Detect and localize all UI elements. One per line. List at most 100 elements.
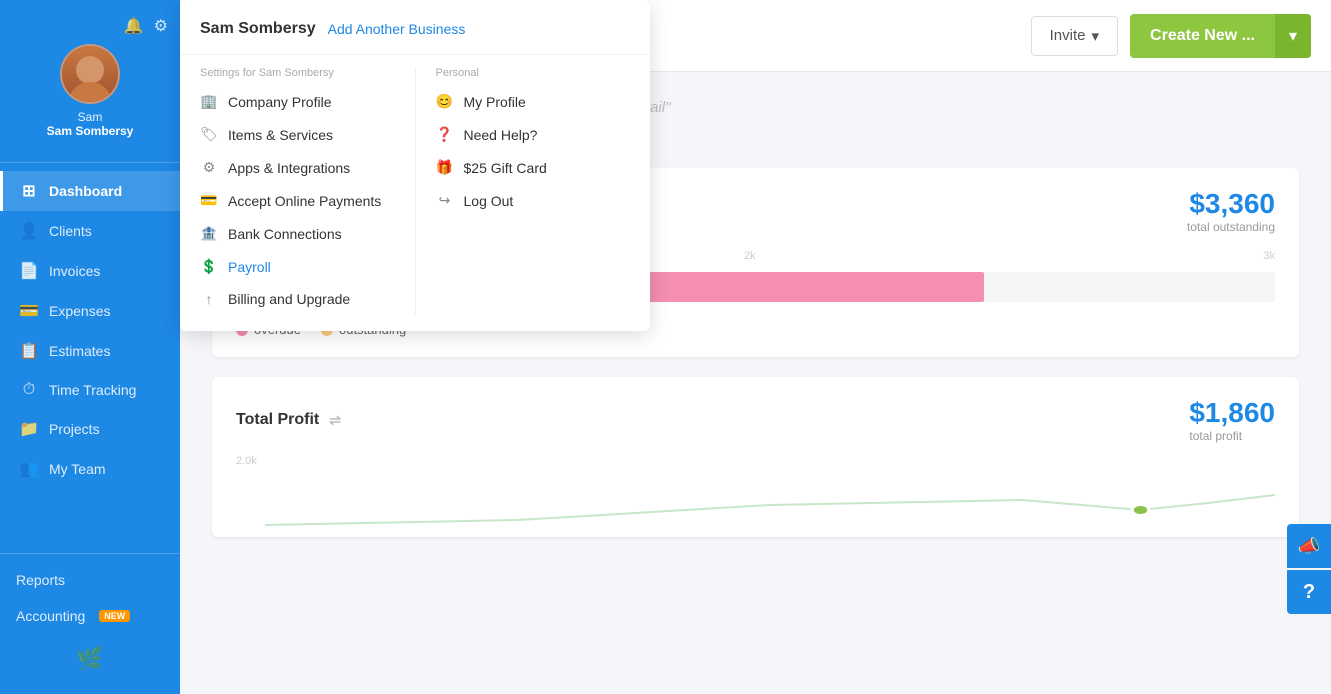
megaphone-float-button[interactable]: 📣 <box>1287 524 1331 568</box>
outstanding-total: $3,360 total outstanding <box>1187 188 1275 234</box>
profit-label: total profit <box>1189 429 1275 443</box>
payroll-label: Payroll <box>228 259 271 275</box>
dropdown-item-items-services[interactable]: 🏷 Items & Services <box>196 118 399 151</box>
profit-total: $1,860 total profit <box>1189 397 1275 443</box>
my-team-icon: 👥 <box>19 459 39 479</box>
accept-payments-icon: 💳 <box>200 192 218 209</box>
outstanding-amount: $3,360 <box>1187 188 1275 220</box>
my-profile-label: My Profile <box>464 94 526 110</box>
dropdown-item-my-profile[interactable]: 😊 My Profile <box>432 85 635 118</box>
reports-label: Reports <box>16 572 65 588</box>
sidebar-business-name: Sam Sombersy <box>47 124 134 138</box>
billing-upgrade-label: Billing and Upgrade <box>228 291 350 307</box>
gift-card-label: $25 Gift Card <box>464 160 547 176</box>
invite-button[interactable]: Invite ▾ <box>1031 16 1118 56</box>
dropdown-item-bank-connections[interactable]: 🏦 Bank Connections <box>196 217 399 250</box>
axis-2k: 2k <box>744 250 756 262</box>
sidebar-item-label-projects: Projects <box>49 421 100 437</box>
bank-connections-label: Bank Connections <box>228 226 342 242</box>
outstanding-label: total outstanding <box>1187 220 1275 234</box>
dropdown-item-need-help[interactable]: ❓ Need Help? <box>432 118 635 151</box>
dropdown-item-accept-online-payments[interactable]: 💳 Accept Online Payments <box>196 184 399 217</box>
settings-section-title: Settings for Sam Sombersy <box>196 67 399 79</box>
dropdown-item-gift-card[interactable]: 🎁 $25 Gift Card <box>432 151 635 184</box>
sidebar-item-label-expenses: Expenses <box>49 303 110 319</box>
accounting-new-badge: NEW <box>99 610 130 622</box>
billing-upgrade-icon: ↑ <box>200 291 218 307</box>
sidebar-item-clients[interactable]: 👤 Clients <box>0 211 180 251</box>
dashboard-icon: ⊞ <box>19 181 39 201</box>
megaphone-icon: 📣 <box>1298 536 1320 557</box>
filter-icon[interactable]: ⇌ <box>329 412 341 429</box>
create-new-arrow-icon: ▾ <box>1275 14 1311 58</box>
settings-column: Settings for Sam Sombersy 🏢 Company Prof… <box>180 67 415 315</box>
notifications-icon[interactable]: 🔔 <box>124 16 144 36</box>
sidebar-item-reports[interactable]: Reports <box>0 562 180 598</box>
expenses-icon: 💳 <box>19 301 39 321</box>
add-another-business-link[interactable]: Add Another Business <box>328 21 466 37</box>
gift-card-icon: 🎁 <box>436 159 454 176</box>
profit-title-block: Total Profit ⇌ <box>236 411 341 429</box>
sidebar-divider <box>0 162 180 163</box>
estimates-icon: 📋 <box>19 341 39 361</box>
sidebar-top: 🔔 ⚙ Sam Sam Sombersy <box>0 16 180 154</box>
profit-chart-card: Total Profit ⇌ $1,860 total profit 2.0k <box>212 377 1299 537</box>
right-float-buttons: 📣 ? <box>1287 524 1331 614</box>
sidebar-item-accounting[interactable]: Accounting NEW <box>0 598 180 634</box>
avatar[interactable] <box>60 44 120 104</box>
sidebar-item-my-team[interactable]: 👥 My Team <box>0 449 180 489</box>
dropdown-item-log-out[interactable]: ↪ Log Out <box>432 184 635 217</box>
sidebar-item-expenses[interactable]: 💳 Expenses <box>0 291 180 331</box>
dropdown-header: Sam Sombersy Add Another Business <box>180 20 650 55</box>
sidebar: 🔔 ⚙ Sam Sam Sombersy ⊞ Dashboard 👤 Clien… <box>0 0 180 694</box>
user-dropdown-menu: Sam Sombersy Add Another Business Settin… <box>180 0 650 331</box>
sidebar-user-name: Sam <box>78 110 103 124</box>
need-help-label: Need Help? <box>464 127 538 143</box>
settings-icon[interactable]: ⚙ <box>154 16 168 36</box>
company-profile-label: Company Profile <box>228 94 332 110</box>
sidebar-item-time-tracking[interactable]: ⏱ Time Tracking <box>0 371 180 409</box>
log-out-label: Log Out <box>464 193 514 209</box>
sidebar-item-dashboard[interactable]: ⊞ Dashboard <box>0 171 180 211</box>
invoices-icon: 📄 <box>19 261 39 281</box>
apps-integrations-label: Apps & Integrations <box>228 160 350 176</box>
log-out-icon: ↪ <box>436 192 454 209</box>
bank-connections-icon: 🏦 <box>200 225 218 242</box>
clients-icon: 👤 <box>19 221 39 241</box>
sidebar-item-label-invoices: Invoices <box>49 263 100 279</box>
sidebar-item-label-my-team: My Team <box>49 461 106 477</box>
personal-section-title: Personal <box>432 67 635 79</box>
dropdown-item-apps-integrations[interactable]: ⚙ Apps & Integrations <box>196 151 399 184</box>
sidebar-bottom: Reports Accounting NEW 🌿 <box>0 562 180 694</box>
sidebar-item-label-estimates: Estimates <box>49 343 110 359</box>
accounting-label: Accounting <box>16 608 85 624</box>
dropdown-body: Settings for Sam Sombersy 🏢 Company Prof… <box>180 55 650 315</box>
profit-axis-label: 2.0k <box>236 455 257 467</box>
apps-integrations-icon: ⚙ <box>200 159 218 176</box>
create-new-label: Create New ... <box>1130 15 1275 57</box>
sidebar-item-projects[interactable]: 📁 Projects <box>0 409 180 449</box>
sidebar-item-estimates[interactable]: 📋 Estimates <box>0 331 180 371</box>
dropdown-item-billing-upgrade[interactable]: ↑ Billing and Upgrade <box>196 283 399 315</box>
profit-amount: $1,860 <box>1189 397 1275 429</box>
dropdown-item-company-profile[interactable]: 🏢 Company Profile <box>196 85 399 118</box>
sidebar-item-invoices[interactable]: 📄 Invoices <box>0 251 180 291</box>
help-float-button[interactable]: ? <box>1287 570 1331 614</box>
sidebar-top-icons: 🔔 ⚙ <box>0 16 180 36</box>
personal-column: Personal 😊 My Profile ❓ Need Help? 🎁 $25… <box>415 67 651 315</box>
leaf-icon: 🌿 <box>76 646 103 672</box>
profit-title-text: Total Profit <box>236 411 319 429</box>
accept-payments-label: Accept Online Payments <box>228 193 381 209</box>
need-help-icon: ❓ <box>436 126 454 143</box>
help-float-icon: ? <box>1303 581 1315 604</box>
dropdown-item-payroll[interactable]: 💲 Payroll <box>196 250 399 283</box>
sidebar-nav: ⊞ Dashboard 👤 Clients 📄 Invoices 💳 Expen… <box>0 171 180 545</box>
profit-line-chart <box>265 465 1275 535</box>
sidebar-leaf: 🌿 <box>0 634 180 684</box>
sidebar-item-label-clients: Clients <box>49 223 92 239</box>
sidebar-bottom-divider <box>0 553 180 554</box>
create-new-button[interactable]: Create New ... ▾ <box>1130 14 1311 58</box>
invite-dropdown-icon: ▾ <box>1092 27 1100 45</box>
invite-label: Invite <box>1050 27 1086 44</box>
dropdown-username: Sam Sombersy <box>200 20 316 38</box>
